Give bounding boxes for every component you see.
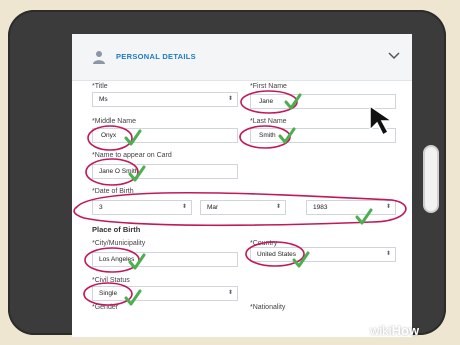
select-arrows-icon: ⬍ bbox=[181, 204, 187, 210]
dob-day-select[interactable]: 3 ⬍ bbox=[92, 200, 192, 215]
country-value: United States bbox=[257, 251, 297, 258]
nationality-label: *Nationality bbox=[250, 304, 286, 311]
dob-month-select[interactable]: Mar ⬍ bbox=[200, 200, 286, 215]
card-name-value: Jane O Smith bbox=[99, 168, 139, 175]
tablet-home-button[interactable] bbox=[423, 145, 439, 213]
select-arrows-icon: ⬍ bbox=[227, 96, 233, 102]
title-select[interactable]: Ms ⬍ bbox=[92, 92, 238, 107]
card-name-label: *Name to appear on Card bbox=[92, 152, 172, 159]
title-label: *Title bbox=[92, 83, 108, 90]
select-arrows-icon: ⬍ bbox=[385, 251, 391, 257]
place-of-birth-heading: Place of Birth bbox=[92, 225, 141, 234]
civil-status-select[interactable]: Single ⬍ bbox=[92, 286, 238, 301]
dob-label: *Date of Birth bbox=[92, 188, 134, 195]
wikihow-wiki-text: wiki bbox=[370, 323, 392, 338]
first-name-label: *First Name bbox=[250, 83, 287, 90]
wikihow-how-text: How bbox=[391, 323, 420, 338]
tablet-frame: PERSONAL DETAILS *Title Ms ⬍ *First Name… bbox=[8, 10, 446, 337]
middle-name-field[interactable]: Onyx bbox=[92, 128, 238, 143]
civil-status-label: *Civil Status bbox=[92, 277, 130, 284]
city-value: Los Angeles bbox=[99, 256, 135, 263]
person-icon bbox=[93, 51, 105, 64]
dob-year-select[interactable]: 1983 ⬍ bbox=[306, 200, 396, 215]
title-value: Ms bbox=[99, 96, 108, 103]
country-select[interactable]: United States ⬍ bbox=[250, 247, 396, 262]
chevron-down-icon[interactable] bbox=[388, 52, 400, 60]
country-label: *Country bbox=[250, 240, 278, 247]
wikihow-watermark: wikiHow bbox=[370, 323, 419, 338]
tablet-screen: PERSONAL DETAILS *Title Ms ⬍ *First Name… bbox=[72, 34, 412, 337]
city-field[interactable]: Los Angeles bbox=[92, 252, 238, 267]
mouse-cursor-icon bbox=[369, 104, 395, 137]
last-name-label: *Last Name bbox=[250, 118, 287, 125]
select-arrows-icon: ⬍ bbox=[227, 290, 233, 296]
card-name-field[interactable]: Jane O Smith bbox=[92, 164, 238, 179]
section-header[interactable]: PERSONAL DETAILS bbox=[72, 34, 412, 81]
dob-year-value: 1983 bbox=[313, 204, 328, 211]
select-arrows-icon: ⬍ bbox=[275, 204, 281, 210]
first-name-value: Jane bbox=[259, 98, 274, 105]
dob-month-value: Mar bbox=[207, 204, 219, 211]
dob-day-value: 3 bbox=[99, 204, 103, 211]
gender-label: *Gender bbox=[92, 304, 119, 311]
middle-name-value: Onyx bbox=[101, 132, 117, 139]
section-title: PERSONAL DETAILS bbox=[116, 52, 196, 61]
middle-name-label: *Middle Name bbox=[92, 118, 136, 125]
select-arrows-icon: ⬍ bbox=[385, 204, 391, 210]
last-name-value: Smith bbox=[259, 132, 276, 139]
city-label: *City/Municipality bbox=[92, 240, 146, 247]
civil-status-value: Single bbox=[99, 290, 118, 297]
